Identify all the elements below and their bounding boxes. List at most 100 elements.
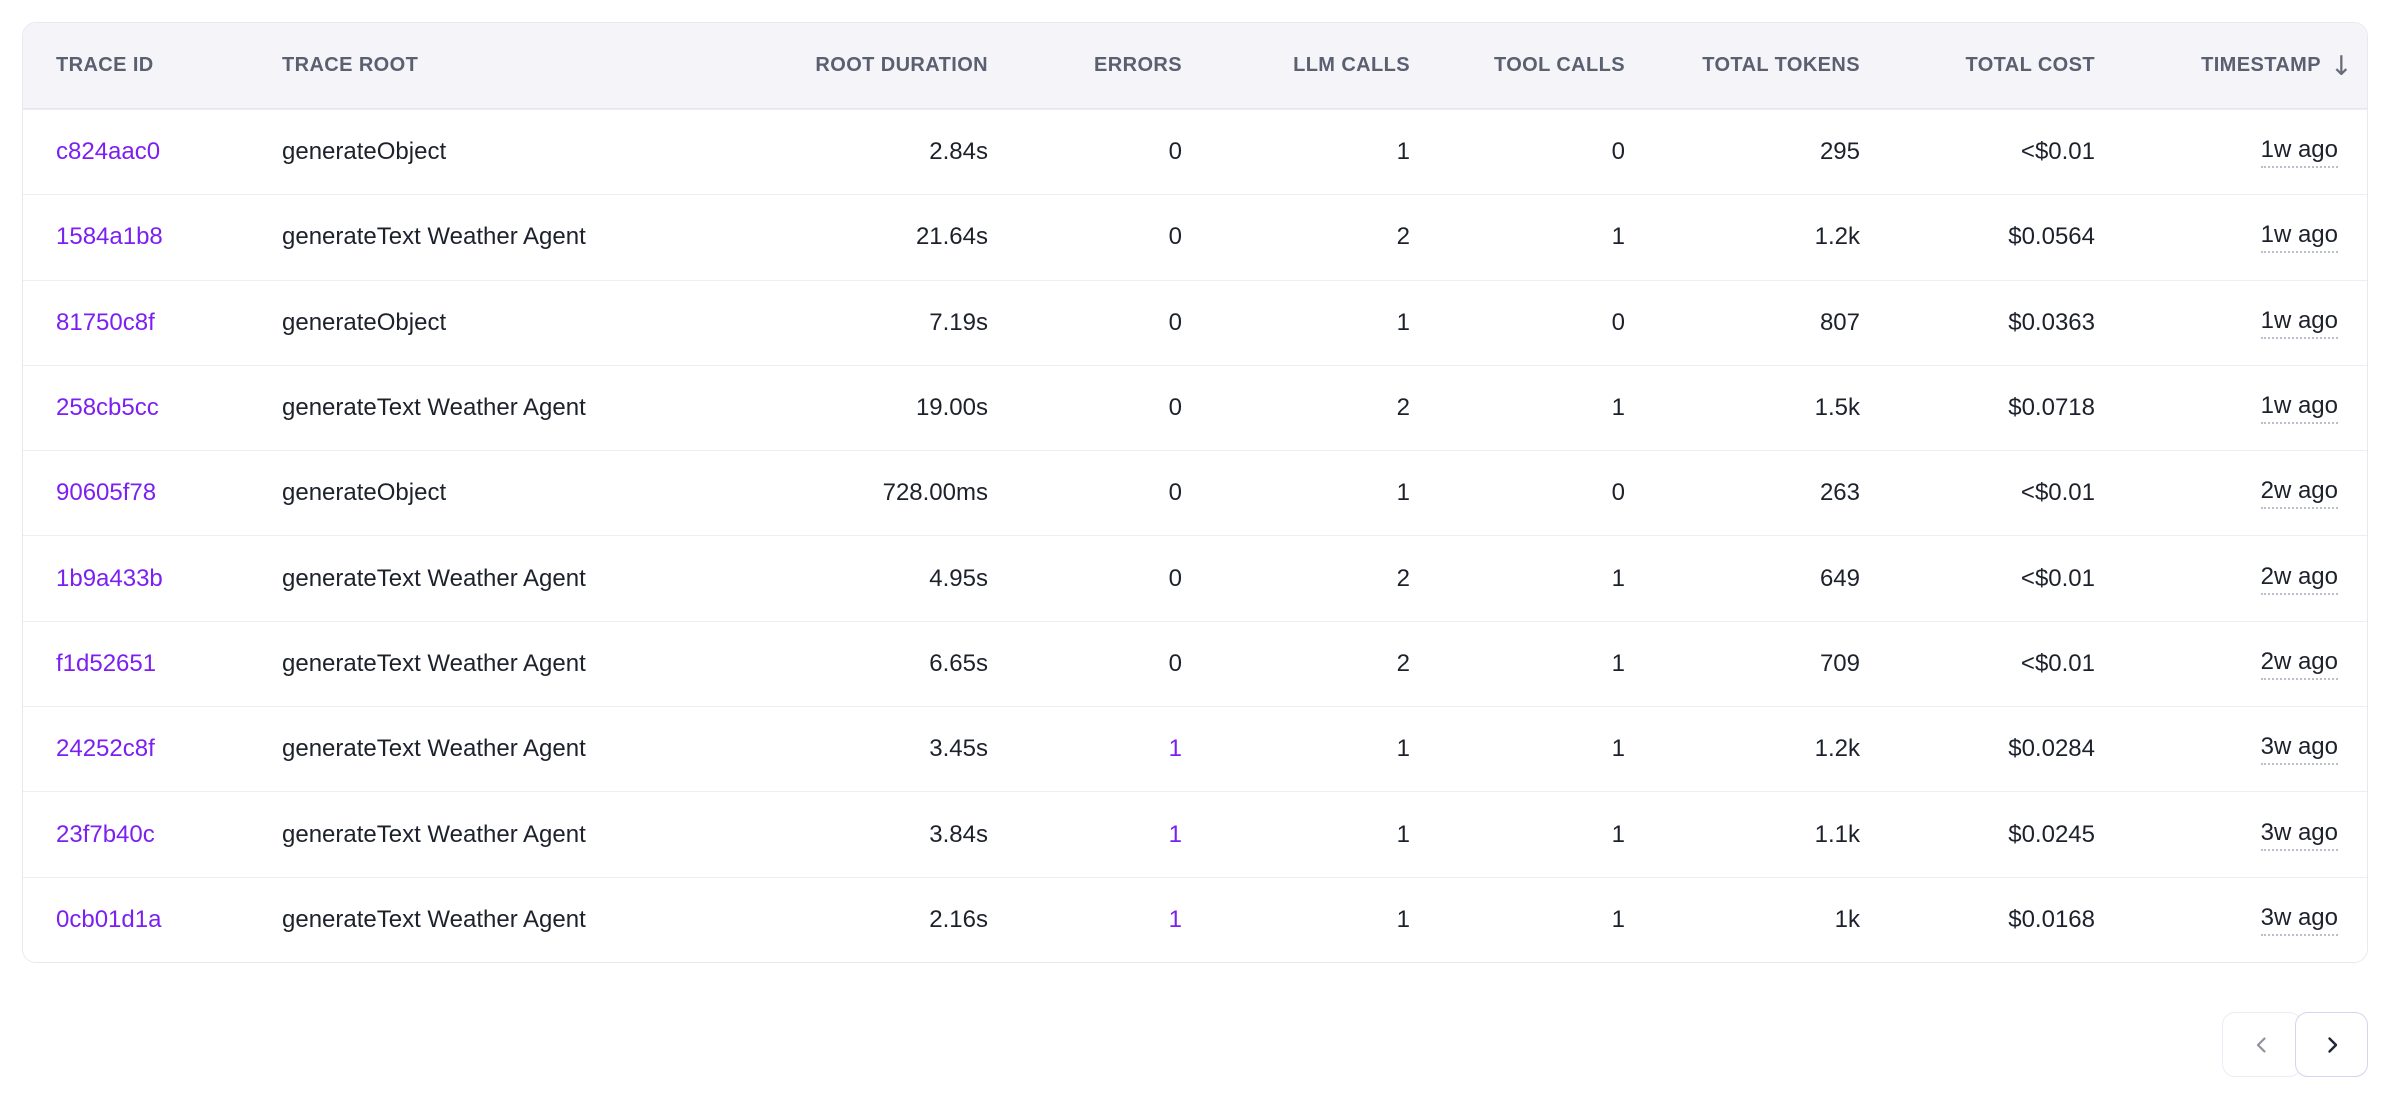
total-tokens-cell: 1.2k: [1625, 735, 1860, 763]
total-tokens-cell: 295: [1625, 138, 1860, 166]
tool-calls-cell: 0: [1410, 479, 1625, 507]
trace-root-cell: generateText Weather Agent: [282, 906, 732, 934]
trace-root-cell: generateText Weather Agent: [282, 821, 732, 849]
root-duration-cell: 2.84s: [732, 138, 988, 166]
total-cost-cell: $0.0284: [1860, 735, 2095, 763]
tool-calls-cell: 0: [1410, 138, 1625, 166]
trace-root-cell: generateObject: [282, 309, 732, 337]
errors-cell: 0: [988, 479, 1182, 507]
tool-calls-cell: 1: [1410, 565, 1625, 593]
timestamp-value[interactable]: 3w ago: [2261, 733, 2338, 765]
trace-id-link[interactable]: 81750c8f: [56, 309, 155, 336]
previous-page-button[interactable]: [2222, 1012, 2302, 1077]
timestamp-value[interactable]: 2w ago: [2261, 563, 2338, 595]
llm-calls-cell: 1: [1182, 479, 1410, 507]
timestamp-value[interactable]: 3w ago: [2261, 819, 2338, 851]
errors-cell: 1: [988, 906, 1182, 934]
timestamp-cell: 2w ago: [2095, 477, 2367, 509]
total-tokens-cell: 263: [1625, 479, 1860, 507]
timestamp-cell: 3w ago: [2095, 904, 2367, 936]
column-header-timestamp[interactable]: TIMESTAMP ↓: [2095, 52, 2367, 79]
errors-cell: 0: [988, 394, 1182, 422]
column-header-trace-id[interactable]: TRACE ID: [23, 54, 282, 77]
trace-root-cell: generateObject: [282, 479, 732, 507]
total-cost-cell: <$0.01: [1860, 565, 2095, 593]
timestamp-value[interactable]: 1w ago: [2261, 307, 2338, 339]
errors-cell: 0: [988, 565, 1182, 593]
column-header-total-tokens[interactable]: TOTAL TOKENS: [1625, 54, 1860, 77]
trace-id-link[interactable]: 1584a1b8: [56, 223, 163, 250]
total-tokens-cell: 807: [1625, 309, 1860, 337]
root-duration-cell: 4.95s: [732, 565, 988, 593]
trace-id-cell: 90605f78: [23, 479, 282, 507]
timestamp-value[interactable]: 1w ago: [2261, 392, 2338, 424]
trace-root-cell: generateText Weather Agent: [282, 650, 732, 678]
total-cost-cell: <$0.01: [1860, 479, 2095, 507]
trace-id-cell: 24252c8f: [23, 735, 282, 763]
timestamp-cell: 1w ago: [2095, 307, 2367, 339]
llm-calls-cell: 2: [1182, 650, 1410, 678]
column-header-llm-calls[interactable]: LLM CALLS: [1182, 54, 1410, 77]
trace-id-cell: f1d52651: [23, 650, 282, 678]
total-tokens-cell: 649: [1625, 565, 1860, 593]
timestamp-cell: 2w ago: [2095, 563, 2367, 595]
trace-id-link[interactable]: c824aac0: [56, 138, 160, 165]
timestamp-value[interactable]: 3w ago: [2261, 904, 2338, 936]
llm-calls-cell: 1: [1182, 735, 1410, 763]
table-row: 1584a1b8 generateText Weather Agent 21.6…: [23, 194, 2367, 279]
trace-root-cell: generateText Weather Agent: [282, 735, 732, 763]
llm-calls-cell: 1: [1182, 309, 1410, 337]
timestamp-cell: 2w ago: [2095, 648, 2367, 680]
root-duration-cell: 21.64s: [732, 223, 988, 251]
table-header-row: TRACE ID TRACE ROOT ROOT DURATION ERRORS…: [23, 23, 2367, 109]
errors-cell: 0: [988, 223, 1182, 251]
errors-cell: 1: [988, 735, 1182, 763]
column-header-tool-calls[interactable]: TOOL CALLS: [1410, 54, 1625, 77]
trace-id-link[interactable]: 90605f78: [56, 479, 156, 506]
errors-cell: 1: [988, 821, 1182, 849]
trace-id-link[interactable]: 258cb5cc: [56, 394, 159, 421]
trace-id-link[interactable]: f1d52651: [56, 650, 156, 677]
table-row: f1d52651 generateText Weather Agent 6.65…: [23, 621, 2367, 706]
trace-id-link[interactable]: 23f7b40c: [56, 821, 155, 848]
errors-cell: 0: [988, 309, 1182, 337]
root-duration-cell: 6.65s: [732, 650, 988, 678]
total-tokens-cell: 1.5k: [1625, 394, 1860, 422]
table-body: c824aac0 generateObject 2.84s 0 1 0 295 …: [23, 109, 2367, 962]
llm-calls-cell: 2: [1182, 565, 1410, 593]
trace-root-cell: generateText Weather Agent: [282, 223, 732, 251]
total-cost-cell: <$0.01: [1860, 650, 2095, 678]
root-duration-cell: 3.84s: [732, 821, 988, 849]
trace-root-cell: generateObject: [282, 138, 732, 166]
tool-calls-cell: 1: [1410, 394, 1625, 422]
llm-calls-cell: 2: [1182, 394, 1410, 422]
total-tokens-cell: 1k: [1625, 906, 1860, 934]
tool-calls-cell: 1: [1410, 223, 1625, 251]
timestamp-value[interactable]: 1w ago: [2261, 136, 2338, 168]
timestamp-value[interactable]: 2w ago: [2261, 648, 2338, 680]
trace-id-link[interactable]: 24252c8f: [56, 735, 155, 762]
root-duration-cell: 19.00s: [732, 394, 988, 422]
root-duration-cell: 3.45s: [732, 735, 988, 763]
llm-calls-cell: 1: [1182, 906, 1410, 934]
trace-id-cell: 1584a1b8: [23, 223, 282, 251]
column-header-total-cost[interactable]: TOTAL COST: [1860, 54, 2095, 77]
trace-id-link[interactable]: 0cb01d1a: [56, 906, 161, 933]
column-header-errors[interactable]: ERRORS: [988, 54, 1182, 77]
total-cost-cell: <$0.01: [1860, 138, 2095, 166]
timestamp-value[interactable]: 2w ago: [2261, 477, 2338, 509]
trace-id-cell: 81750c8f: [23, 309, 282, 337]
next-page-button[interactable]: [2295, 1012, 2368, 1077]
total-cost-cell: $0.0245: [1860, 821, 2095, 849]
tool-calls-cell: 1: [1410, 735, 1625, 763]
timestamp-cell: 3w ago: [2095, 819, 2367, 851]
table-row: 0cb01d1a generateText Weather Agent 2.16…: [23, 877, 2367, 962]
traces-table: TRACE ID TRACE ROOT ROOT DURATION ERRORS…: [22, 22, 2368, 963]
timestamp-value[interactable]: 1w ago: [2261, 221, 2338, 253]
trace-id-cell: c824aac0: [23, 138, 282, 166]
column-header-trace-root[interactable]: TRACE ROOT: [282, 54, 732, 77]
pagination: [2222, 1012, 2368, 1077]
column-header-root-duration[interactable]: ROOT DURATION: [732, 54, 988, 77]
column-header-timestamp-label: TIMESTAMP: [2201, 54, 2321, 77]
trace-id-link[interactable]: 1b9a433b: [56, 565, 163, 592]
